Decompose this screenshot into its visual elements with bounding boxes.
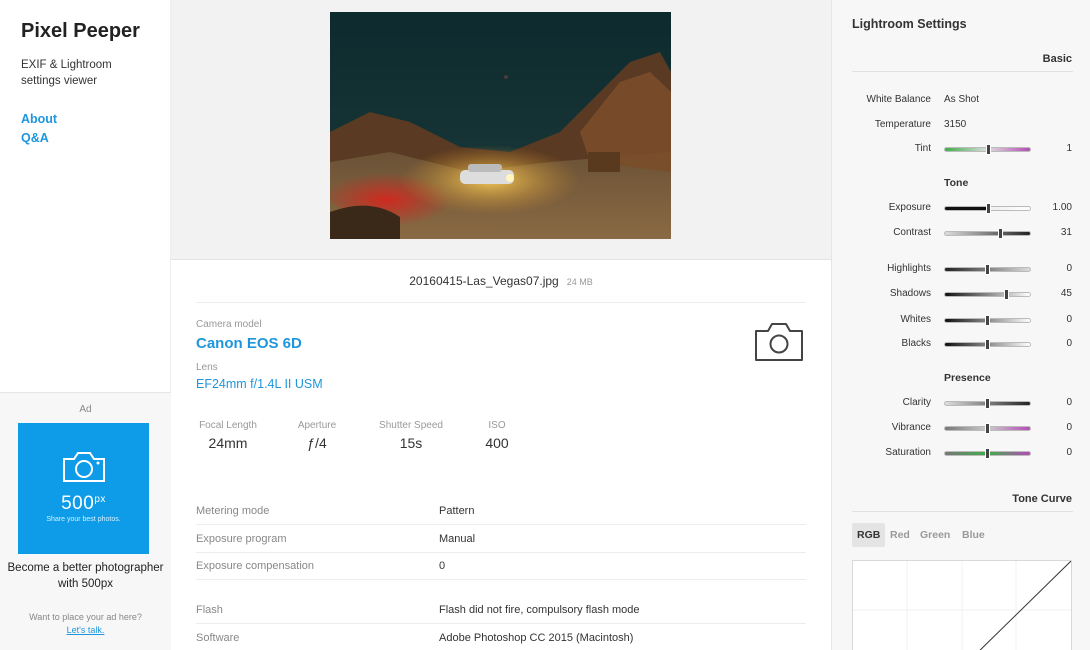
- highlights-slider: [944, 264, 1031, 275]
- divider: [852, 71, 1073, 72]
- ad-contact-link[interactable]: Let's talk.: [67, 625, 105, 635]
- ad-panel: Ad 500px Share your best photos. Become …: [0, 392, 171, 650]
- exif-row: Exposure program Manual: [196, 525, 806, 553]
- photo-area: [171, 0, 831, 260]
- camera-icon: [755, 323, 803, 361]
- tab-green[interactable]: Green: [915, 523, 955, 547]
- slider-thumb: [984, 339, 990, 350]
- highlights-row: Highlights 0: [887, 263, 1072, 275]
- camera-model-link[interactable]: Canon EOS 6D: [196, 335, 302, 352]
- tone-heading: Tone: [944, 177, 969, 189]
- stat-shutter-speed: Shutter Speed 15s: [379, 420, 443, 451]
- slider-thumb: [984, 315, 990, 326]
- site-title[interactable]: Pixel Peeper: [21, 20, 140, 43]
- shadows-slider: [944, 289, 1031, 300]
- ad-label: Ad: [79, 404, 92, 415]
- tab-red[interactable]: Red: [885, 523, 915, 547]
- presence-heading: Presence: [944, 372, 991, 384]
- tint-slider: [944, 144, 1031, 155]
- left-sidebar: Pixel Peeper EXIF & Lightroom settings v…: [0, 0, 171, 650]
- exposure-slider: [944, 203, 1031, 214]
- nav-about-link[interactable]: About: [21, 112, 57, 126]
- lens-label: Lens: [196, 362, 218, 373]
- whites-slider: [944, 315, 1031, 326]
- slider-thumb: [1004, 289, 1010, 300]
- lightroom-title: Lightroom Settings: [852, 17, 967, 31]
- basic-heading: Basic: [1042, 53, 1072, 65]
- stat-iso: ISO 400: [485, 420, 509, 451]
- vibrance-slider: [944, 423, 1031, 434]
- contrast-slider: [944, 228, 1031, 239]
- slider-thumb: [986, 203, 992, 214]
- divider: [196, 302, 806, 303]
- exif-row: Exposure compensation 0: [196, 552, 806, 580]
- exif-row: Software Adobe Photoshop CC 2015 (Macinto…: [196, 632, 634, 644]
- stat-aperture: Aperture ƒ/4: [297, 420, 337, 451]
- lens-link[interactable]: EF24mm f/1.4L II USM: [196, 377, 323, 391]
- slider-thumb: [986, 144, 992, 155]
- divider: [852, 511, 1073, 512]
- ad-camera-icon: [63, 452, 105, 482]
- nav-qa-link[interactable]: Q&A: [21, 131, 49, 145]
- file-size: 24 MB: [566, 277, 593, 287]
- slider-thumb: [998, 228, 1004, 239]
- ad-logo: 500px: [61, 493, 106, 514]
- vibrance-row: Vibrance 0: [891, 422, 1072, 434]
- camera-model-label: Camera model: [196, 319, 262, 330]
- tone-curve-heading: Tone Curve: [1012, 493, 1072, 505]
- ad-copy: Become a better photographer with 500px: [7, 562, 164, 590]
- ad-tagline: Share your best photos.: [46, 516, 121, 523]
- exposure-row: Exposure 1.00: [888, 202, 1072, 214]
- slider-thumb: [984, 264, 990, 275]
- file-info: 20160415-Las_Vegas07.jpg 24 MB: [171, 274, 831, 288]
- tint-row: Tint 1: [914, 143, 1072, 155]
- tab-blue[interactable]: Blue: [957, 523, 990, 547]
- tab-rgb[interactable]: RGB: [852, 523, 886, 547]
- lightroom-panel: Lightroom Settings Basic White Balance A…: [831, 0, 1090, 650]
- file-name: 20160415-Las_Vegas07.jpg: [409, 274, 559, 288]
- white-balance-row: White Balance As Shot: [866, 94, 980, 105]
- saturation-row: Saturation 0: [885, 447, 1072, 459]
- blacks-slider: [944, 339, 1031, 350]
- saturation-slider: [944, 448, 1031, 459]
- ad-banner[interactable]: 500px Share your best photos.: [18, 423, 149, 554]
- tone-curve-graph[interactable]: [852, 560, 1072, 650]
- exif-row: Flash Flash did not fire, compulsory flas…: [196, 596, 806, 624]
- photo[interactable]: [330, 12, 671, 239]
- blacks-row: Blacks 0: [901, 338, 1072, 350]
- contrast-row: Contrast 31: [893, 227, 1072, 239]
- stat-focal-length: Focal Length 24mm: [199, 420, 257, 451]
- slider-thumb: [984, 423, 990, 434]
- ad-place-text: Want to place your ad here? Let's talk.: [29, 612, 142, 635]
- temperature-row: Temperature 3150: [874, 119, 967, 130]
- clarity-slider: [944, 398, 1031, 409]
- clarity-row: Clarity 0: [902, 397, 1072, 409]
- slider-thumb: [984, 448, 990, 459]
- exif-row: Metering mode Pattern: [196, 497, 806, 525]
- main-content: 20160415-Las_Vegas07.jpg 24 MB Camera mod…: [171, 0, 831, 650]
- whites-row: Whites 0: [900, 314, 1072, 326]
- shadows-row: Shadows 45: [889, 288, 1072, 300]
- site-tagline: EXIF & Lightroom settings viewer: [21, 59, 112, 87]
- slider-thumb: [984, 398, 990, 409]
